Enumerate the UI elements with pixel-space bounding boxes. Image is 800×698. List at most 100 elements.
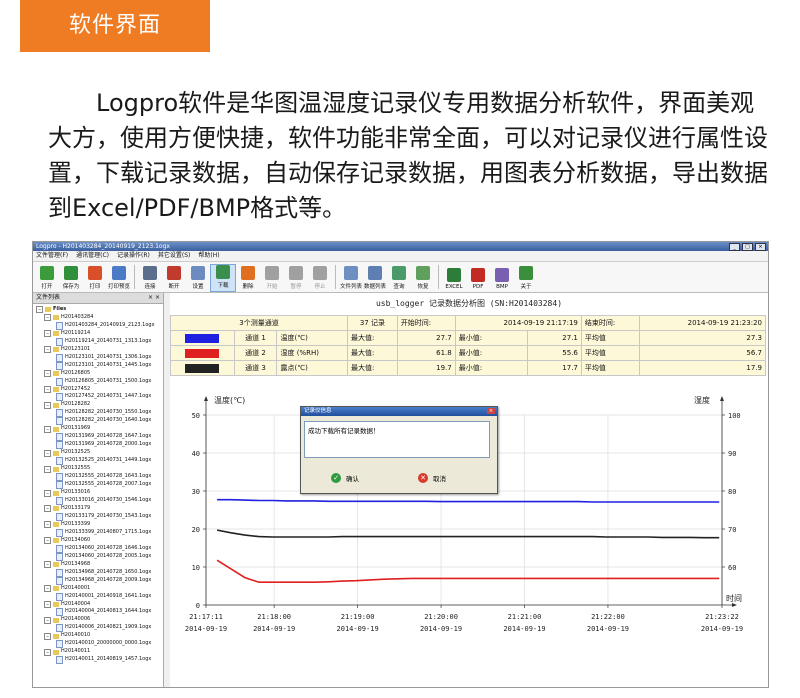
tree-file[interactable]: H20128282_20140730_1550.1ogx (36, 409, 163, 418)
tree-file[interactable]: H20140010_20000000_0000.1ogx (36, 640, 163, 649)
tree-file[interactable]: H20134968_20140728_2009.1ogx (36, 576, 163, 585)
tree-file[interactable]: H20134060_20140728_2005.1ogx (36, 552, 163, 561)
tree-file[interactable]: H20133399_20140807_1715.1ogx (36, 528, 163, 537)
tree-folder[interactable]: − H20134968 (36, 561, 163, 569)
close-button[interactable]: × (755, 243, 766, 251)
tree-folder[interactable]: − H20140010 (36, 632, 163, 640)
tree-folder[interactable]: − H20119214 (36, 330, 163, 338)
menu-item[interactable]: 记录操作(R) (117, 251, 150, 261)
tree-label: H20133399 (61, 520, 91, 527)
tree-folder[interactable]: − H20140004 (36, 601, 163, 609)
collapse-icon[interactable]: − (36, 306, 43, 314)
collapse-icon[interactable]: − (44, 561, 51, 569)
tree-folder[interactable]: − H20140011 (36, 648, 163, 656)
tree-file[interactable]: H20134060_20140728_1646.1ogx (36, 544, 163, 553)
toolbar-button-play[interactable]: 开始 (260, 266, 284, 292)
tree-file[interactable]: H20131969_20140728_2000.1ogx (36, 441, 163, 450)
collapse-icon[interactable]: − (44, 505, 51, 513)
tree-folder[interactable]: − H20134060 (36, 537, 163, 545)
tree-file[interactable]: H20134968_20140728_1650.1ogx (36, 568, 163, 577)
toolbar-button-data-list[interactable]: 数据列表 (363, 266, 387, 292)
dialog-close-icon[interactable]: × (487, 408, 495, 414)
toolbar-button-download[interactable]: 下载 (210, 264, 236, 292)
cancel-button[interactable]: ✕ 取消 (418, 471, 446, 484)
max-label: 最大值: (346, 330, 398, 346)
tree-file[interactable]: H20133016_20140730_1546.1ogx (36, 496, 163, 505)
toolbar-button-delete[interactable]: 删除 (236, 266, 260, 292)
toolbar-button-stop[interactable]: 停止 (308, 266, 332, 292)
collapse-icon[interactable]: − (44, 314, 51, 322)
tree-file[interactable]: H20127452_20140731_1447.1ogx (36, 393, 163, 402)
tree-folder[interactable]: − H20133016 (36, 489, 163, 497)
tree-file[interactable]: H20140011_20140819_1457.1ogx (36, 656, 163, 665)
toolbar-button-bmp[interactable]: BMP (490, 268, 514, 292)
collapse-icon[interactable]: − (44, 465, 51, 473)
panel-close-icon[interactable]: × × (148, 293, 160, 303)
maximize-button[interactable]: □ (742, 243, 753, 251)
tree-file[interactable]: H20140004_20140813_1644.1ogx (36, 608, 163, 617)
collapse-icon[interactable]: − (44, 537, 51, 545)
collapse-icon[interactable]: − (44, 449, 51, 457)
toolbar-button-pause[interactable]: 暂停 (284, 266, 308, 292)
tree-file[interactable]: H20133179_20140730_1543.1ogx (36, 512, 163, 521)
collapse-icon[interactable]: − (44, 521, 51, 529)
tree-folder[interactable]: − H20140006 (36, 616, 163, 624)
toolbar-button-search[interactable]: 查询 (387, 266, 411, 292)
collapse-icon[interactable]: − (44, 648, 51, 656)
tree-file[interactable]: H20119214_20140731_1313.1ogx (36, 337, 163, 346)
tree-folder[interactable]: − H20131969 (36, 425, 163, 433)
tree-folder[interactable]: − H20133399 (36, 521, 163, 529)
toolbar-button-about[interactable]: 关于 (514, 266, 538, 292)
toolbar-button-print-preview[interactable]: 打印预览 (107, 266, 131, 292)
tree-folder[interactable]: − H20126805 (36, 370, 163, 378)
tree-file[interactable]: H20132525_20140731_1449.1ogx (36, 457, 163, 466)
tree-folder[interactable]: − H20140001 (36, 585, 163, 593)
menu-item[interactable]: 其它设置(S) (158, 251, 191, 261)
tree-file[interactable]: H20126805_20140731_1500.1ogx (36, 377, 163, 386)
tree-file[interactable]: H20123101_20140731_1306.1ogx (36, 353, 163, 362)
collapse-icon[interactable]: − (44, 370, 51, 378)
tree-file[interactable]: H20140001_20140918_1641.1ogx (36, 592, 163, 601)
tree-file[interactable]: H20128282_20140730_1640.1ogx (36, 417, 163, 426)
collapse-icon[interactable]: − (44, 489, 51, 497)
tree-folder[interactable]: − H20132555 (36, 465, 163, 473)
menu-item[interactable]: 文件管理(F) (36, 251, 68, 261)
tree-file[interactable]: H20140006_20140821_1909.1ogx (36, 624, 163, 633)
collapse-icon[interactable]: − (44, 385, 51, 393)
collapse-icon[interactable]: − (44, 585, 51, 593)
tree-file[interactable]: H20132555_20140728_1643.1ogx (36, 473, 163, 482)
toolbar-button-settings[interactable]: 设置 (186, 266, 210, 292)
toolbar-button-excel[interactable]: EXCEL (442, 268, 466, 292)
collapse-icon[interactable]: − (44, 632, 51, 640)
toolbar-button-pdf[interactable]: PDF (466, 268, 490, 292)
collapse-icon[interactable]: − (44, 401, 51, 409)
tree-folder[interactable]: − H20123101 (36, 346, 163, 354)
collapse-icon[interactable]: − (44, 600, 51, 608)
tree-folder[interactable]: − H201403284 (36, 314, 163, 322)
tree-folder[interactable]: − H20133179 (36, 505, 163, 513)
collapse-icon[interactable]: − (44, 346, 51, 354)
tree-file[interactable]: H20131969_20140728_1647.1ogx (36, 433, 163, 442)
collapse-icon[interactable]: − (44, 616, 51, 624)
toolbar-button-restore[interactable]: 恢复 (411, 266, 435, 292)
tree-root[interactable]: − Files (36, 306, 163, 314)
toolbar-button-connect[interactable]: 连接 (138, 266, 162, 292)
tree-folder[interactable]: − H20132525 (36, 449, 163, 457)
tree-file[interactable]: H20132555_20140728_2007.1ogx (36, 481, 163, 490)
tree-folder[interactable]: − H20128282 (36, 401, 163, 409)
menu-item[interactable]: 帮助(H) (198, 251, 219, 261)
tree-label: H20133016_20140730_1546.1ogx (65, 497, 152, 504)
tree-file[interactable]: H201403284_20140919_2123.1ogx (36, 321, 163, 330)
minimize-button[interactable]: _ (729, 243, 740, 251)
confirm-button[interactable]: ✓ 确认 (331, 471, 359, 484)
toolbar-button-disconnect[interactable]: 断开 (162, 266, 186, 292)
tree-folder[interactable]: − H20127452 (36, 386, 163, 394)
collapse-icon[interactable]: − (44, 330, 51, 338)
toolbar-button-save[interactable]: 保存为 (59, 266, 83, 292)
collapse-icon[interactable]: − (44, 425, 51, 433)
tree-file[interactable]: H20123101_20140731_1445.1ogx (36, 361, 163, 370)
toolbar-button-file-list[interactable]: 文件列表 (339, 266, 363, 292)
toolbar-button-printer[interactable]: 打印 (83, 266, 107, 292)
toolbar-button-open-folder[interactable]: 打开 (35, 266, 59, 292)
menu-item[interactable]: 通讯管理(C) (76, 251, 109, 261)
